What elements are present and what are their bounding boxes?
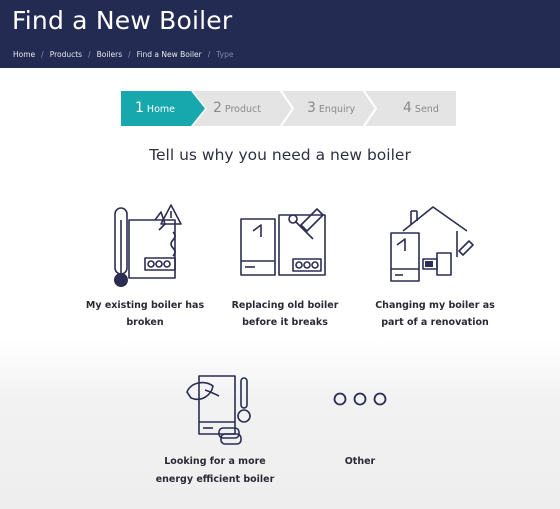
broken-boiler-icon bbox=[114, 204, 182, 287]
breadcrumb: Home / Products / Boilers / Find a New Boiler /… bbox=[13, 50, 234, 59]
option-broken-boiler[interactable]: My existing boiler has broken bbox=[70, 195, 220, 340]
option-label-line2: energy efficient boiler bbox=[155, 474, 275, 485]
energy-efficient-icon bbox=[186, 375, 251, 445]
option-label-line2: part of a renovation bbox=[381, 317, 489, 328]
option-replace-boiler[interactable]: Replacing old boiler before it breaks bbox=[210, 195, 360, 340]
step-enquiry[interactable]: 3 Enquiry bbox=[307, 91, 355, 126]
option-label-line1: My existing boiler has bbox=[85, 300, 205, 311]
step-product[interactable]: 2 Product bbox=[213, 91, 261, 126]
breadcrumb-boilers[interactable]: Boilers bbox=[97, 50, 123, 59]
option-renovation[interactable]: Changing my boiler as part of a renovati… bbox=[355, 195, 515, 340]
option-label-line2: before it breaks bbox=[242, 317, 328, 328]
page-header: Find a New Boiler Home / Products / Boilers /… bbox=[0, 0, 560, 68]
more-dots-icon bbox=[333, 392, 387, 406]
replace-boiler-icon bbox=[240, 208, 326, 276]
breadcrumb-find-boiler[interactable]: Find a New Boiler bbox=[137, 50, 202, 59]
breadcrumb-home[interactable]: Home bbox=[13, 50, 35, 59]
step-send[interactable]: 4 Send bbox=[403, 91, 439, 126]
page-title: Find a New Boiler bbox=[12, 6, 233, 35]
renovation-icon bbox=[390, 206, 474, 282]
option-label-line2: broken bbox=[126, 317, 164, 328]
breadcrumb-products[interactable]: Products bbox=[50, 50, 82, 59]
option-energy-efficient[interactable]: Looking for a more energy efficient boil… bbox=[140, 365, 290, 500]
option-label-line1: Changing my boiler as bbox=[375, 300, 495, 311]
option-label-line1: Looking for a more bbox=[164, 456, 266, 467]
breadcrumb-current: Type bbox=[216, 50, 234, 59]
question-heading: Tell us why you need a new boiler bbox=[149, 146, 411, 164]
option-other[interactable]: Other bbox=[300, 365, 420, 500]
step-home[interactable]: 1 Home bbox=[135, 91, 175, 126]
progress-steps: 1 Home 2 Product 3 Enquiry 4 Send bbox=[121, 91, 456, 126]
option-label-line1: Replacing old boiler bbox=[231, 300, 339, 311]
option-label-line1: Other bbox=[344, 456, 376, 467]
